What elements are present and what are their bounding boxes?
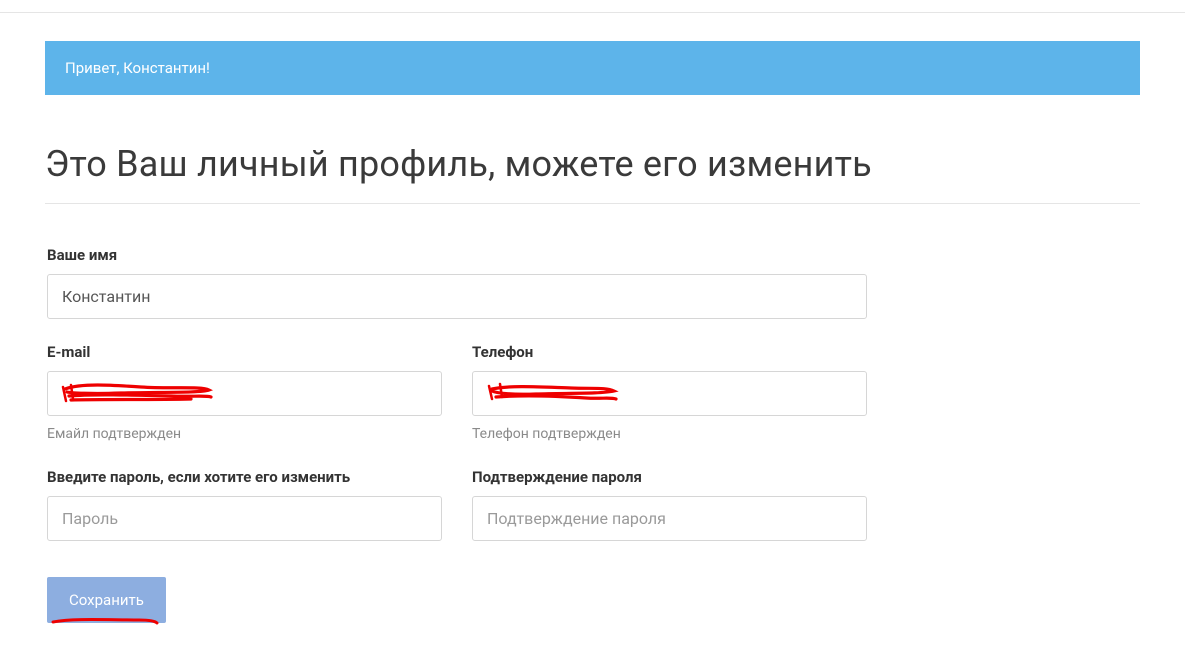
password-input[interactable] (47, 496, 442, 541)
email-field-group: E-mail Емайл подтвержден (47, 343, 442, 442)
password-confirm-label: Подтверждение пароля (472, 468, 867, 486)
profile-form: Ваше имя E-mail Емайл подтвержден Телефо… (45, 246, 1140, 623)
email-phone-row: E-mail Емайл подтвержден Телефон (47, 343, 1138, 442)
main-container: Привет, Константин! Это Ваш личный профи… (45, 41, 1140, 623)
password-confirm-field-group: Подтверждение пароля (472, 468, 867, 541)
password-label: Введите пароль, если хотите его изменить (47, 468, 442, 486)
name-field-group: Ваше имя (47, 246, 867, 319)
greeting-banner: Привет, Константин! (45, 41, 1140, 95)
phone-helper: Телефон подтвержден (472, 426, 867, 442)
save-button-wrap: Сохранить (47, 571, 1138, 623)
name-label: Ваше имя (47, 246, 867, 264)
password-field-group: Введите пароль, если хотите его изменить (47, 468, 442, 541)
page-title: Это Ваш личный профиль, можете его измен… (45, 143, 1140, 204)
email-label: E-mail (47, 343, 442, 361)
greeting-text: Привет, Константин! (65, 59, 210, 77)
phone-input[interactable] (472, 371, 867, 416)
password-confirm-input[interactable] (472, 496, 867, 541)
email-input[interactable] (47, 371, 442, 416)
phone-field-group: Телефон Телефон подтвержден (472, 343, 867, 442)
save-button[interactable]: Сохранить (47, 577, 166, 623)
phone-label: Телефон (472, 343, 867, 361)
password-row: Введите пароль, если хотите его изменить… (47, 468, 1138, 541)
top-divider (0, 12, 1185, 13)
email-helper: Емайл подтвержден (47, 426, 442, 442)
name-input[interactable] (47, 274, 867, 319)
